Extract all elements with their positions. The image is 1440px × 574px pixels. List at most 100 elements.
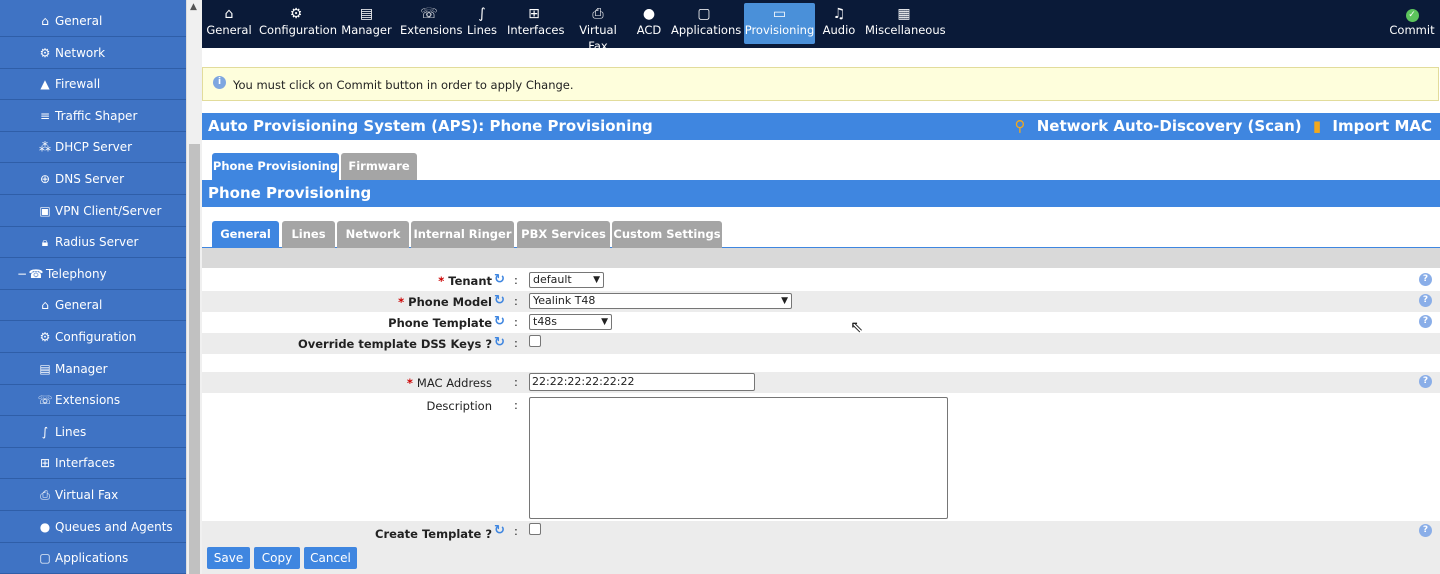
phone-model-select[interactable]: Yealink T48 ▼: [529, 293, 792, 309]
nav-lines[interactable]: ∫ Lines: [464, 3, 500, 44]
spacer-row: [202, 354, 1440, 372]
help-icon[interactable]: ?: [1419, 315, 1432, 328]
scroll-up-icon[interactable]: ▲: [190, 2, 197, 12]
nav-audio[interactable]: ♫ Audio: [821, 3, 857, 44]
mac-address-label: * MAC Address: [406, 376, 492, 390]
description-textarea[interactable]: [529, 397, 948, 519]
sidebar-item-firewall[interactable]: ▲ Firewall: [0, 69, 186, 100]
sidebar-item-manager[interactable]: ▤ Manager: [0, 354, 186, 385]
help-icon[interactable]: ?: [1419, 375, 1432, 388]
tab-lines[interactable]: Lines: [282, 221, 335, 248]
sidebar-item-label: General: [55, 14, 103, 28]
sync-icon[interactable]: ↻: [494, 293, 505, 308]
sidebar-item-interfaces[interactable]: ⊞ Interfaces: [0, 448, 186, 479]
phone-template-label: Phone Template: [388, 316, 492, 330]
mac-address-input[interactable]: 22:22:22:22:22:22: [529, 373, 755, 391]
sidebar-item-general[interactable]: ⌂ General: [0, 6, 186, 37]
sidebar-item-extensions[interactable]: ☏ Extensions: [0, 385, 186, 416]
home-icon: ⌂: [41, 14, 49, 28]
sidebar-item-vpn[interactable]: ▣ VPN Client/Server: [0, 196, 186, 227]
notice-text: You must click on Commit button in order…: [233, 78, 574, 92]
required-icon: *: [406, 376, 413, 390]
tab-pbx-services[interactable]: PBX Services: [517, 221, 610, 248]
collapse-toggle-icon[interactable]: −: [17, 259, 27, 290]
nav-configuration[interactable]: ⚙ Configuration: [259, 3, 337, 44]
sidebar-item-lines[interactable]: ∫ Lines: [0, 417, 186, 448]
tab-custom-settings[interactable]: Custom Settings: [612, 221, 722, 248]
sync-icon[interactable]: ↻: [494, 314, 505, 329]
form-header-band: [202, 248, 1440, 268]
colon: :: [514, 524, 518, 538]
sidebar-item-label: Interfaces: [55, 456, 115, 470]
tenant-select[interactable]: default ▼: [529, 272, 604, 288]
network-auto-discovery-link[interactable]: Network Auto-Discovery (Scan): [1037, 117, 1302, 135]
nav-extensions[interactable]: ☏ Extensions: [400, 3, 462, 44]
nav-acd[interactable]: ● ACD: [634, 3, 664, 44]
create-template-checkbox[interactable]: [529, 523, 541, 535]
nav-miscellaneous[interactable]: ▦ Miscellaneous: [865, 3, 946, 44]
sidebar-scrollbar[interactable]: ▲: [186, 0, 202, 574]
traffic-shaper-icon: ≡: [39, 109, 51, 123]
sidebar-item-virtual-fax[interactable]: ⎙ Virtual Fax: [0, 480, 186, 511]
extensions-icon: ☏: [420, 6, 438, 22]
help-icon[interactable]: ?: [1419, 294, 1432, 307]
scrollbar-thumb[interactable]: [189, 144, 200, 574]
nav-label: Applications: [671, 23, 742, 37]
sidebar-item-label: Virtual Fax: [55, 488, 119, 502]
sidebar-item-radius-server[interactable]: 🔒︎ Radius Server: [0, 227, 186, 258]
create-template-row: Create Template ? ↻ : ?: [202, 521, 1440, 542]
tab-network[interactable]: Network: [337, 221, 409, 248]
grid-icon: ▦: [897, 6, 911, 22]
sidebar-item-applications[interactable]: ▢ Applications: [0, 543, 186, 574]
sync-icon[interactable]: ↻: [494, 335, 505, 350]
nav-interfaces[interactable]: ⊞ Interfaces: [507, 3, 564, 44]
sidebar-item-network[interactable]: ⚙ Network: [0, 38, 186, 69]
sidebar-item-label: Network: [55, 46, 106, 60]
tab-internal-ringer[interactable]: Internal Ringer: [411, 221, 514, 248]
create-template-label: Create Template ?: [375, 527, 492, 541]
tab-phone-provisioning[interactable]: Phone Provisioning: [212, 153, 339, 180]
applications-icon: ▢: [39, 551, 51, 565]
nav-virtual-fax[interactable]: ⎙ Virtual Fax: [569, 3, 627, 53]
import-mac-link[interactable]: Import MAC: [1332, 117, 1432, 135]
telephony-icon: ☎: [28, 267, 44, 281]
lines-icon: ∫: [41, 425, 49, 439]
tab-general[interactable]: General: [212, 221, 279, 248]
tab-firmware[interactable]: Firmware: [341, 153, 417, 180]
nav-provisioning[interactable]: ▭ Provisioning: [744, 3, 815, 44]
sidebar-item-queues-agents[interactable]: ● Queues and Agents: [0, 512, 186, 543]
help-icon[interactable]: ?: [1419, 524, 1432, 537]
save-button[interactable]: Save: [207, 547, 250, 569]
manager-icon: ▤: [39, 362, 51, 376]
phone-template-select[interactable]: t48s ▼: [529, 314, 612, 330]
nav-label: Manager: [341, 23, 392, 37]
help-icon[interactable]: ?: [1419, 273, 1432, 286]
section-title: Phone Provisioning: [208, 184, 372, 202]
sidebar-item-label: Configuration: [55, 330, 137, 344]
nav-label: Lines: [467, 23, 497, 37]
sidebar-item-tel-general[interactable]: ⌂ General: [0, 290, 186, 321]
sidebar-item-label: DHCP Server: [55, 140, 133, 154]
sidebar-item-traffic-shaper[interactable]: ≡ Traffic Shaper: [0, 101, 186, 132]
copy-button[interactable]: Copy: [254, 547, 300, 569]
commit-button[interactable]: ✓ Commit: [1388, 3, 1436, 37]
provisioning-tabs: Phone Provisioning Firmware: [202, 153, 1440, 180]
sync-icon[interactable]: ↻: [494, 272, 505, 287]
cancel-button[interactable]: Cancel: [304, 547, 357, 569]
sidebar-item-dns-server[interactable]: ⊕ DNS Server: [0, 164, 186, 195]
home-icon: ⌂: [41, 298, 49, 312]
sidebar-item-configuration[interactable]: ⚙ Configuration: [0, 322, 186, 353]
sidebar-group-telephony[interactable]: − ☎ Telephony: [0, 259, 186, 290]
interfaces-icon: ⊞: [528, 6, 540, 22]
nav-label: Virtual Fax: [579, 23, 617, 53]
sidebar-item-label: Manager: [55, 362, 108, 376]
override-dss-checkbox[interactable]: [529, 335, 541, 347]
nav-general[interactable]: ⌂ General: [206, 3, 252, 44]
sidebar-item-dhcp-server[interactable]: ⁂ DHCP Server: [0, 132, 186, 163]
override-dss-label: Override template DSS Keys ?: [297, 337, 492, 351]
check-circle-icon: ✓: [1405, 9, 1419, 22]
sidebar-item-label: Applications: [55, 551, 129, 565]
nav-manager[interactable]: ▤ Manager: [341, 3, 392, 44]
nav-applications[interactable]: ▢ Applications: [671, 3, 742, 44]
sync-icon[interactable]: ↻: [494, 523, 505, 538]
